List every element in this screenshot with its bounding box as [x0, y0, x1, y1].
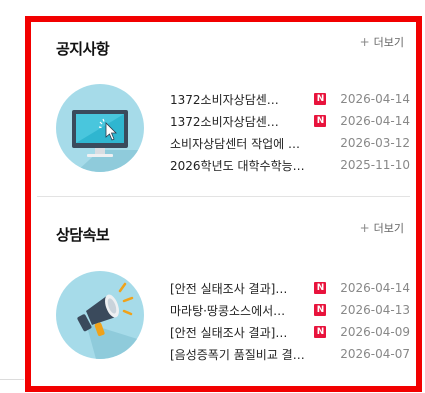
consult-more-button[interactable]: + 더보기: [360, 220, 404, 236]
item-title: 마라탕·땅콩소스에서…: [170, 303, 286, 318]
list-item[interactable]: 2026학년도 대학수학능… 2025-11-10: [170, 154, 410, 176]
list-item[interactable]: 마라탕·땅콩소스에서… N 2026-04-13: [170, 299, 410, 321]
plus-icon: +: [359, 221, 370, 235]
item-date: 2026-03-12: [340, 136, 410, 150]
notice-list: 1372소비자상담센… N 2026-04-14 1372소비자상담센… N 2…: [170, 88, 410, 176]
new-badge: N: [314, 115, 327, 127]
item-date: 2026-04-09: [340, 325, 410, 339]
item-title: 소비자상담센터 작업에 따…: [170, 136, 307, 151]
item-title: [안전 실태조사 결과]…: [170, 281, 288, 296]
megaphone-icon: [56, 271, 144, 359]
consult-title: 상담속보: [56, 226, 110, 244]
item-title: [음성증폭기 품질비교 결…: [170, 347, 305, 362]
new-badge: N: [314, 326, 327, 338]
consult-more-label: 더보기: [373, 222, 404, 235]
list-item[interactable]: [안전 실태조사 결과]… N 2026-04-09: [170, 321, 410, 343]
item-date: 2026-04-14: [340, 92, 410, 106]
left-divider: [0, 379, 24, 380]
list-item[interactable]: 1372소비자상담센… N 2026-04-14: [170, 88, 410, 110]
plus-icon: +: [359, 35, 370, 49]
item-date: 2026-04-07: [340, 347, 410, 361]
monitor-cursor-icon: [56, 84, 144, 172]
item-date: 2026-04-13: [340, 303, 410, 317]
highlight-frame: 공지사항 + 더보기 1372소비자상담센… N 2026-04-14 1372…: [25, 16, 422, 392]
list-item[interactable]: [음성증폭기 품질비교 결… 2026-04-07: [170, 343, 410, 365]
item-date: 2025-11-10: [340, 158, 410, 172]
new-badge: N: [314, 304, 327, 316]
consult-list: [안전 실태조사 결과]… N 2026-04-14 마라탕·땅콩소스에서… N…: [170, 277, 410, 365]
notice-section: 공지사항 + 더보기 1372소비자상담센… N 2026-04-14 1372…: [31, 22, 416, 196]
item-title: 1372소비자상담센…: [170, 92, 279, 107]
item-title: 1372소비자상담센…: [170, 114, 279, 129]
list-item[interactable]: 소비자상담센터 작업에 따… 2026-03-12: [170, 132, 410, 154]
notice-title: 공지사항: [56, 40, 110, 58]
item-date: 2026-04-14: [340, 114, 410, 128]
list-item[interactable]: 1372소비자상담센… N 2026-04-14: [170, 110, 410, 132]
item-title: [안전 실태조사 결과]…: [170, 325, 288, 340]
item-date: 2026-04-14: [340, 281, 410, 295]
item-title: 2026학년도 대학수학능…: [170, 158, 305, 173]
notice-more-label: 더보기: [373, 36, 404, 49]
new-badge: N: [314, 282, 327, 294]
list-item[interactable]: [안전 실태조사 결과]… N 2026-04-14: [170, 277, 410, 299]
notice-more-button[interactable]: + 더보기: [360, 34, 404, 50]
consult-section: 상담속보 + 더보기 [안전 실태조사 결과]… N 2026-04-14 마라…: [31, 196, 416, 386]
new-badge: N: [314, 93, 327, 105]
